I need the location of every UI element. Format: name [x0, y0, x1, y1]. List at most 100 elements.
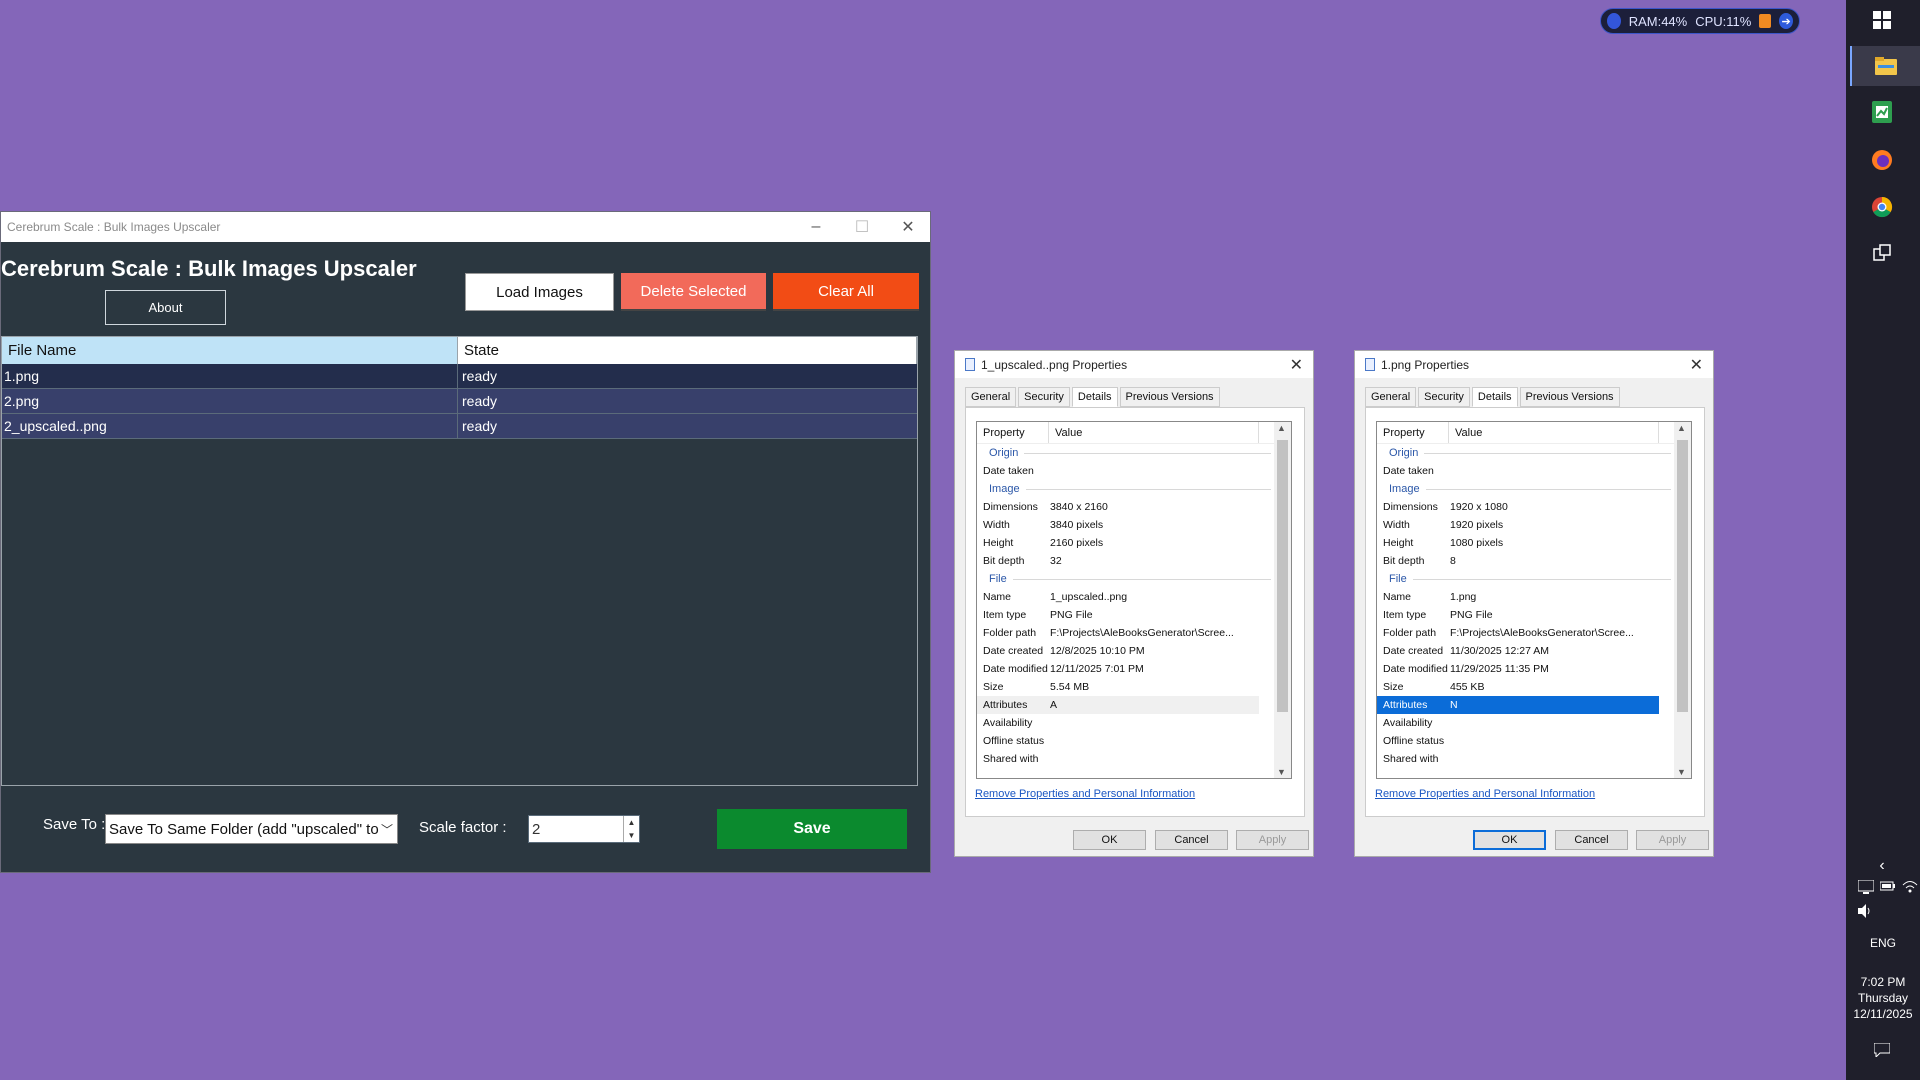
task-view-icon[interactable]: [1862, 233, 1902, 273]
scale-spinner[interactable]: ▲ ▼: [623, 816, 639, 842]
scale-factor-input[interactable]: 2 ▲ ▼: [528, 815, 640, 843]
list-item[interactable]: Bit depth 32: [977, 552, 1291, 570]
remove-properties-link[interactable]: Remove Properties and Personal Informati…: [1375, 788, 1595, 800]
windows-start-icon[interactable]: [1862, 0, 1902, 40]
dialog-titlebar[interactable]: 1.png Properties ✕: [1355, 351, 1713, 378]
scroll-down-icon[interactable]: ▼: [1277, 767, 1286, 777]
details-list[interactable]: Property Value Origin Date taken Image D…: [976, 421, 1292, 779]
list-item[interactable]: Bit depth 8: [1377, 552, 1691, 570]
chrome-icon[interactable]: [1862, 187, 1902, 227]
list-item[interactable]: Shared with: [977, 750, 1291, 768]
list-item[interactable]: Name 1_upscaled..png: [977, 588, 1291, 606]
list-item[interactable]: Date modified 11/29/2025 11:35 PM: [1377, 660, 1691, 678]
list-item[interactable]: Height 1080 pixels: [1377, 534, 1691, 552]
scroll-up-icon[interactable]: ▲: [1277, 423, 1286, 433]
ok-button[interactable]: OK: [1473, 830, 1546, 850]
list-item[interactable]: Date modified 12/11/2025 7:01 PM: [977, 660, 1291, 678]
tab-security[interactable]: Security: [1018, 387, 1070, 407]
spreadsheet-app-icon[interactable]: [1862, 92, 1902, 132]
resource-monitor-widget[interactable]: RAM:44% CPU:11% ➔: [1600, 8, 1800, 34]
property-column-header[interactable]: Property: [977, 422, 1049, 443]
tab-general[interactable]: General: [965, 387, 1017, 407]
list-item[interactable]: Offline status: [1377, 732, 1691, 750]
list-item-selected[interactable]: Attributes N: [1377, 696, 1659, 714]
column-header-file-name[interactable]: File Name: [2, 337, 458, 364]
list-item[interactable]: Attributes A: [977, 696, 1259, 714]
save-to-select[interactable]: Save To Same Folder (add "upscaled" to ﹀: [105, 814, 398, 844]
list-item[interactable]: Height 2160 pixels: [977, 534, 1291, 552]
app-titlebar[interactable]: Cerebrum Scale : Bulk Images Upscaler – …: [1, 212, 930, 242]
list-item[interactable]: Folder path F:\Projects\AleBooksGenerator…: [1377, 624, 1691, 642]
remove-properties-link[interactable]: Remove Properties and Personal Informati…: [975, 788, 1195, 800]
scrollbar[interactable]: ▲ ▼: [1274, 422, 1291, 778]
load-images-button[interactable]: Load Images: [465, 273, 614, 311]
tab-security[interactable]: Security: [1418, 387, 1470, 407]
scroll-thumb[interactable]: [1677, 440, 1688, 712]
about-button[interactable]: About: [105, 290, 226, 325]
tab-details[interactable]: Details: [1471, 387, 1518, 407]
table-row[interactable]: 1.png ready: [2, 364, 917, 389]
maximize-icon[interactable]: ☐: [839, 212, 885, 242]
apply-button[interactable]: Apply: [1636, 830, 1709, 850]
column-header-state[interactable]: State: [458, 337, 917, 364]
list-item[interactable]: Item type PNG File: [1377, 606, 1691, 624]
dialog-titlebar[interactable]: 1_upscaled..png Properties ✕: [955, 351, 1313, 378]
volume-icon[interactable]: [1858, 904, 1874, 923]
spin-down-icon[interactable]: ▼: [624, 829, 639, 842]
list-item[interactable]: Size 455 KB: [1377, 678, 1691, 696]
clock[interactable]: 7:02 PM Thursday 12/11/2025: [1846, 974, 1920, 1022]
list-item[interactable]: Width 3840 pixels: [977, 516, 1291, 534]
table-row[interactable]: 2_upscaled..png ready: [2, 414, 917, 439]
scroll-down-icon[interactable]: ▼: [1677, 767, 1686, 777]
apply-button[interactable]: Apply: [1236, 830, 1309, 850]
delete-selected-button[interactable]: Delete Selected: [621, 273, 766, 311]
list-item[interactable]: Dimensions 3840 x 2160: [977, 498, 1291, 516]
list-item[interactable]: Size 5.54 MB: [977, 678, 1291, 696]
minimize-icon[interactable]: –: [793, 212, 839, 242]
tab-details[interactable]: Details: [1071, 387, 1118, 407]
close-icon[interactable]: ✕: [1290, 355, 1303, 375]
list-item[interactable]: Dimensions 1920 x 1080: [1377, 498, 1691, 516]
firefox-icon[interactable]: [1862, 140, 1902, 180]
cancel-button[interactable]: Cancel: [1155, 830, 1228, 850]
files-table[interactable]: File Name State 1.png ready 2.png ready …: [1, 336, 918, 786]
save-button[interactable]: Save: [717, 809, 907, 849]
value-column-header[interactable]: Value: [1049, 422, 1259, 443]
language-indicator[interactable]: ENG: [1846, 935, 1920, 951]
display-icon[interactable]: [1858, 880, 1874, 894]
cancel-button[interactable]: Cancel: [1555, 830, 1628, 850]
gift-icon[interactable]: [1759, 14, 1772, 28]
list-item[interactable]: Date created 11/30/2025 12:27 AM: [1377, 642, 1691, 660]
list-item[interactable]: Shared with: [1377, 750, 1691, 768]
scroll-thumb[interactable]: [1277, 440, 1288, 712]
list-item[interactable]: Date taken: [1377, 462, 1691, 480]
clear-all-button[interactable]: Clear All: [773, 273, 919, 311]
close-icon[interactable]: ✕: [885, 212, 931, 242]
list-item[interactable]: Date taken: [977, 462, 1291, 480]
list-item[interactable]: Date created 12/8/2025 10:10 PM: [977, 642, 1291, 660]
list-item[interactable]: Availability: [977, 714, 1291, 732]
close-icon[interactable]: ✕: [1690, 355, 1703, 375]
wifi-icon[interactable]: [1902, 880, 1918, 894]
value-column-header[interactable]: Value: [1449, 422, 1659, 443]
table-row[interactable]: 2.png ready: [2, 389, 917, 414]
battery-icon[interactable]: [1880, 880, 1896, 892]
spin-up-icon[interactable]: ▲: [624, 816, 639, 829]
scrollbar[interactable]: ▲ ▼: [1674, 422, 1691, 778]
property-column-header[interactable]: Property: [1377, 422, 1449, 443]
list-item[interactable]: Item type PNG File: [977, 606, 1291, 624]
notification-icon[interactable]: [1862, 1030, 1902, 1070]
list-item[interactable]: Width 1920 pixels: [1377, 516, 1691, 534]
tab-previous-versions[interactable]: Previous Versions: [1519, 387, 1620, 407]
tab-general[interactable]: General: [1365, 387, 1417, 407]
list-item[interactable]: Offline status: [977, 732, 1291, 750]
details-list[interactable]: Property Value Origin Date taken Image D…: [1376, 421, 1692, 779]
list-item[interactable]: Name 1.png: [1377, 588, 1691, 606]
file-explorer-icon[interactable]: [1850, 46, 1920, 86]
list-item[interactable]: Availability: [1377, 714, 1691, 732]
arrow-right-icon[interactable]: ➔: [1779, 13, 1793, 29]
ok-button[interactable]: OK: [1073, 830, 1146, 850]
scroll-up-icon[interactable]: ▲: [1677, 423, 1686, 433]
tab-previous-versions[interactable]: Previous Versions: [1119, 387, 1220, 407]
list-item[interactable]: Folder path F:\Projects\AleBooksGenerator…: [977, 624, 1291, 642]
